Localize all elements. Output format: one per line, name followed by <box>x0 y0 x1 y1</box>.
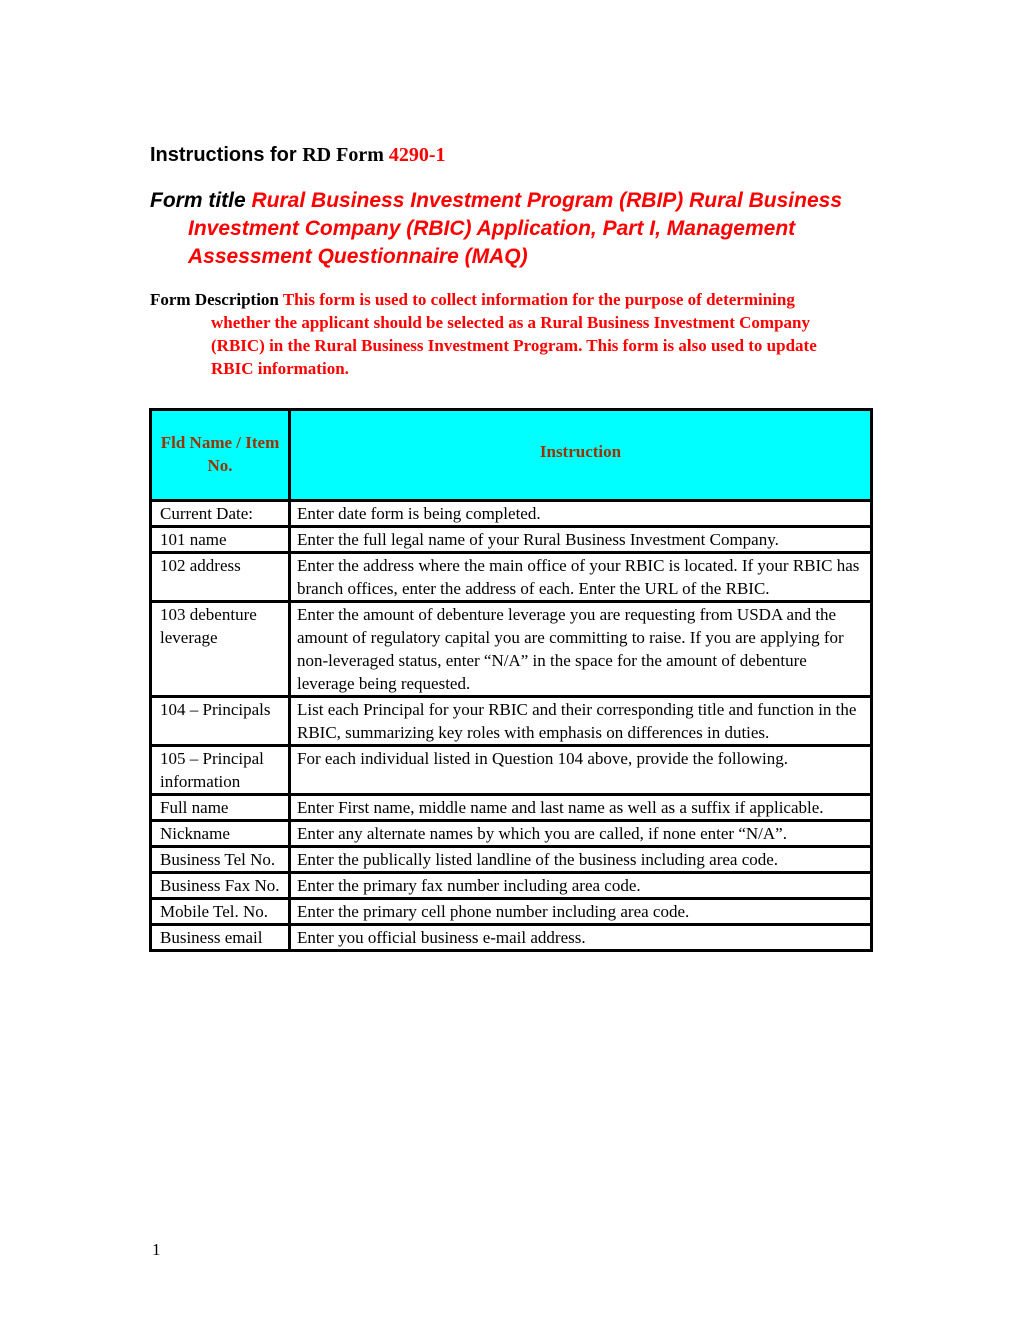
instruction-cell: Enter you official business e-mail addre… <box>288 923 873 952</box>
instruction-cell: Enter the amount of debenture leverage y… <box>288 600 873 698</box>
column-header-instruction: Instruction <box>288 408 873 502</box>
field-name-cell: 105 – Principal information <box>149 744 291 796</box>
table-row: Mobile Tel. No. Enter the primary cell ph… <box>149 897 873 926</box>
field-name-cell: Mobile Tel. No. <box>149 897 291 926</box>
table-row: 105 – Principal information For each indi… <box>149 744 873 796</box>
table-row: Full name Enter First name, middle name a… <box>149 793 873 822</box>
table-row: Business Fax No. Enter the primary fax nu… <box>149 871 873 900</box>
form-title-value: Rural Business Investment Program (RBIP)… <box>188 189 843 268</box>
table-row: Nickname Enter any alternate names by whi… <box>149 819 873 848</box>
instruction-cell: Enter the primary cell phone number incl… <box>288 897 873 926</box>
instruction-cell: Enter the primary fax number including a… <box>288 871 873 900</box>
table-row: Business email Enter you official busines… <box>149 923 873 952</box>
field-name-cell: Full name <box>149 793 291 822</box>
instruction-cell: Enter the publically listed landline of … <box>288 845 873 874</box>
field-name-cell: Business Tel No. <box>149 845 291 874</box>
field-name-cell: 103 debenture leverage <box>149 600 291 698</box>
table-row: 104 – Principals List each Principal for … <box>149 695 873 747</box>
field-name-cell: 102 address <box>149 551 291 603</box>
form-description-value: This form is used to collect information… <box>211 290 817 378</box>
page-number: 1 <box>152 1240 161 1259</box>
form-title: Form title Rural Business Investment Pro… <box>150 187 888 271</box>
instruction-cell: Enter any alternate names by which you a… <box>288 819 873 848</box>
field-name-cell: 104 – Principals <box>149 695 291 747</box>
form-title-label: Form title <box>150 189 252 212</box>
table-body: Current Date: Enter date form is being co… <box>149 499 873 952</box>
field-name-cell: Nickname <box>149 819 291 848</box>
instruction-cell: Enter the full legal name of your Rural … <box>288 525 873 554</box>
instruction-cell: Enter the address where the main office … <box>288 551 873 603</box>
column-header-field: Fld Name / Item No. <box>149 408 291 502</box>
heading-form-number: 4290-1 <box>388 144 446 166</box>
table-row: 102 address Enter the address where the m… <box>149 551 873 603</box>
form-description: Form Description This form is used to co… <box>150 288 850 380</box>
table-row: 103 debenture leverage Enter the amount o… <box>149 600 873 698</box>
heading-form-label: RD Form <box>302 144 389 166</box>
table-header-row: Fld Name / Item No. Instruction <box>149 408 873 502</box>
field-name-cell: Business email <box>149 923 291 952</box>
form-description-label: Form Description <box>150 290 283 309</box>
instruction-cell: Enter date form is being completed. <box>288 499 873 528</box>
document-heading: Instructions for RD Form 4290-1 <box>150 142 446 168</box>
table-row: Current Date: Enter date form is being co… <box>149 499 873 528</box>
field-name-cell: Current Date: <box>149 499 291 528</box>
field-name-cell: 101 name <box>149 525 291 554</box>
instructions-table: Fld Name / Item No. Instruction Current … <box>149 408 873 952</box>
field-name-cell: Business Fax No. <box>149 871 291 900</box>
instruction-cell: For each individual listed in Question 1… <box>288 744 873 796</box>
heading-prefix: Instructions for <box>150 144 303 166</box>
instruction-cell: List each Principal for your RBIC and th… <box>288 695 873 747</box>
table-row: 101 name Enter the full legal name of you… <box>149 525 873 554</box>
table-row: Business Tel No. Enter the publically lis… <box>149 845 873 874</box>
instruction-cell: Enter First name, middle name and last n… <box>288 793 873 822</box>
